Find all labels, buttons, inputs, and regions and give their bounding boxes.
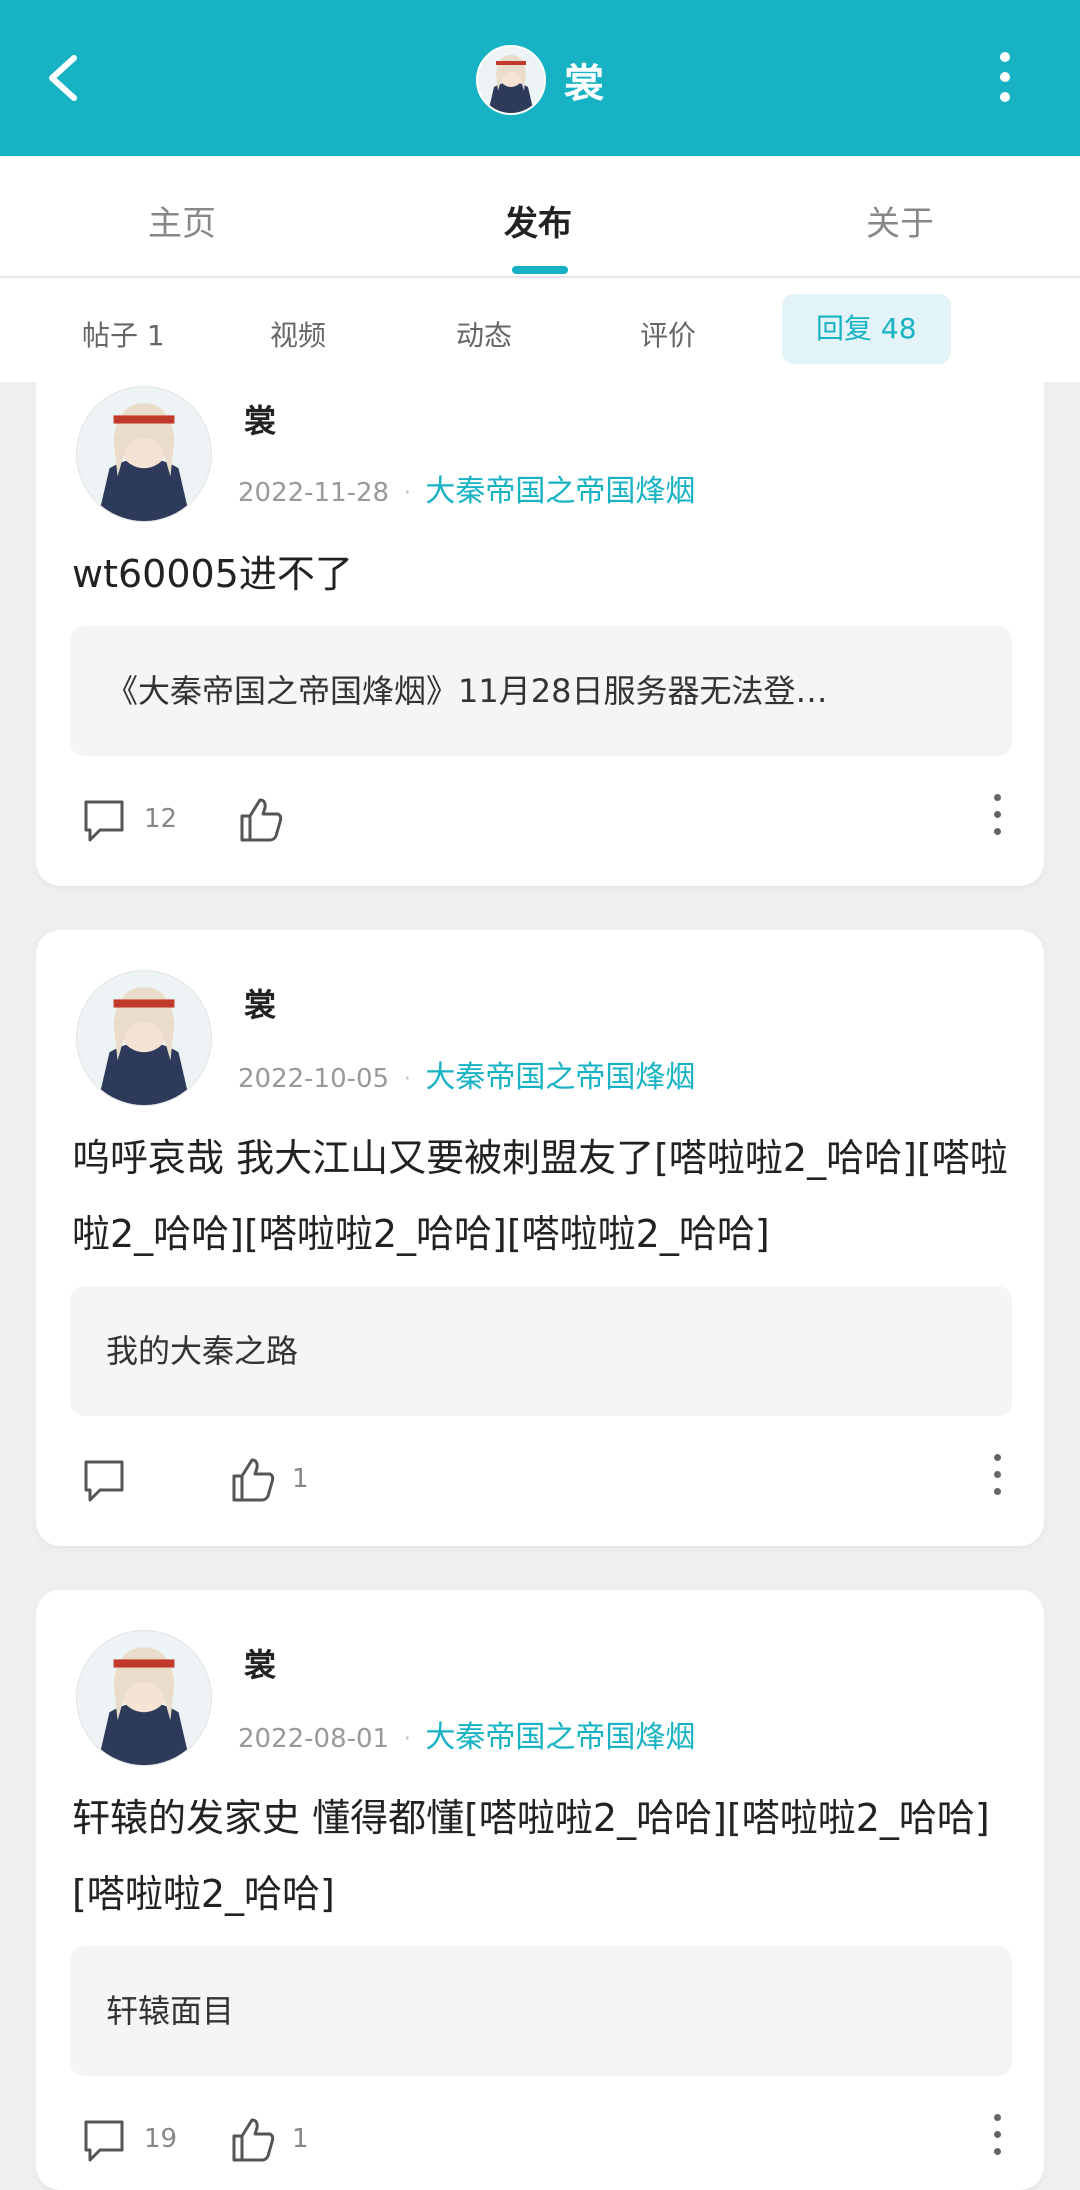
- thumbs-up-icon[interactable]: [228, 1454, 278, 1504]
- comment-count: 12: [144, 804, 178, 834]
- avatar[interactable]: [76, 1630, 212, 1766]
- subtab-videos[interactable]: 视频: [270, 314, 326, 354]
- header-profile[interactable]: 裳: [0, 40, 1080, 120]
- thumbs-up-icon[interactable]: [236, 794, 286, 844]
- header-username: 裳: [564, 61, 604, 107]
- avatar[interactable]: [76, 970, 212, 1106]
- post-date: 2022-08-01: [238, 1724, 390, 1754]
- game-link[interactable]: 大秦帝国之帝国烽烟: [425, 1060, 695, 1095]
- post-meta: 2022-10-05 · 大秦帝国之帝国烽烟: [238, 1060, 696, 1095]
- quoted-post[interactable]: 我的大秦之路: [70, 1286, 1012, 1416]
- anime-avatar-icon: [77, 1631, 211, 1765]
- tab-home[interactable]: 主页: [148, 196, 216, 245]
- subtab-replies[interactable]: 回复 48: [782, 294, 951, 364]
- app-header: 裳: [0, 0, 1080, 156]
- reply-content: 轩辕的发家史 懂得都懂[嗒啦啦2_哈哈][嗒啦啦2_哈哈][嗒啦啦2_哈哈]: [72, 1796, 990, 1916]
- post-actions: 1: [36, 1450, 1044, 1510]
- subtab-moments[interactable]: 动态: [456, 314, 512, 354]
- anime-avatar-icon: [478, 47, 544, 113]
- author-name[interactable]: 裳: [244, 980, 276, 1026]
- header-avatar[interactable]: [476, 45, 546, 115]
- comment-icon[interactable]: [80, 2116, 128, 2164]
- like-count: 1: [292, 2124, 309, 2154]
- quoted-post[interactable]: 《大秦帝国之帝国烽烟》11月28日服务器无法登…: [70, 626, 1012, 756]
- comment-icon[interactable]: [80, 796, 128, 844]
- more-vertical-icon: [1000, 52, 1010, 62]
- author-name[interactable]: 裳: [244, 1640, 276, 1686]
- comment-icon[interactable]: [80, 1456, 128, 1504]
- subtab-posts[interactable]: 帖子 1: [82, 314, 165, 354]
- active-tab-indicator: [512, 266, 568, 274]
- anime-avatar-icon: [77, 387, 211, 521]
- comment-count: 19: [144, 2124, 178, 2154]
- reply-card[interactable]: 裳 2022-11-28 · 大秦帝国之帝国烽烟 wt60005进不了 《大秦帝国之…: [36, 330, 1044, 886]
- post-more-icon[interactable]: [994, 2114, 1004, 2170]
- post-more-icon[interactable]: [994, 794, 1004, 850]
- game-link[interactable]: 大秦帝国之帝国烽烟: [425, 1720, 695, 1755]
- thumbs-up-icon[interactable]: [228, 2114, 278, 2164]
- reply-card[interactable]: 裳 2022-10-05 · 大秦帝国之帝国烽烟 呜呼哀哉 我大江山又要被刺盟友了[…: [36, 930, 1044, 1546]
- post-date: 2022-11-28: [238, 478, 390, 508]
- main-tab-bar: 主页 发布 关于: [0, 156, 1080, 278]
- tab-about[interactable]: 关于: [866, 196, 934, 245]
- like-count: 1: [292, 1464, 309, 1494]
- avatar[interactable]: [76, 386, 212, 522]
- quoted-post[interactable]: 轩辕面目: [70, 1946, 1012, 2076]
- author-name[interactable]: 裳: [244, 396, 276, 442]
- anime-avatar-icon: [77, 971, 211, 1105]
- more-options-button[interactable]: [990, 52, 1020, 104]
- post-date: 2022-10-05: [238, 1064, 390, 1094]
- post-more-icon[interactable]: [994, 1454, 1004, 1510]
- post-actions: 12: [36, 790, 1044, 850]
- game-link[interactable]: 大秦帝国之帝国烽烟: [425, 474, 695, 509]
- reply-content: wt60005进不了: [72, 552, 353, 596]
- post-meta: 2022-08-01 · 大秦帝国之帝国烽烟: [238, 1720, 696, 1755]
- tab-publish[interactable]: 发布: [504, 196, 572, 245]
- sub-tab-bar: 帖子 1 视频 动态 评价 回复 48: [0, 278, 1080, 382]
- post-meta: 2022-11-28 · 大秦帝国之帝国烽烟: [238, 474, 696, 509]
- subtab-reviews[interactable]: 评价: [640, 314, 696, 354]
- reply-content: 呜呼哀哉 我大江山又要被刺盟友了[嗒啦啦2_哈哈][嗒啦啦2_哈哈][嗒啦啦2_…: [72, 1136, 1008, 1256]
- reply-card[interactable]: 裳 2022-08-01 · 大秦帝国之帝国烽烟 轩辕的发家史 懂得都懂[嗒啦啦2_…: [36, 1590, 1044, 2190]
- post-actions: 19 1: [36, 2110, 1044, 2170]
